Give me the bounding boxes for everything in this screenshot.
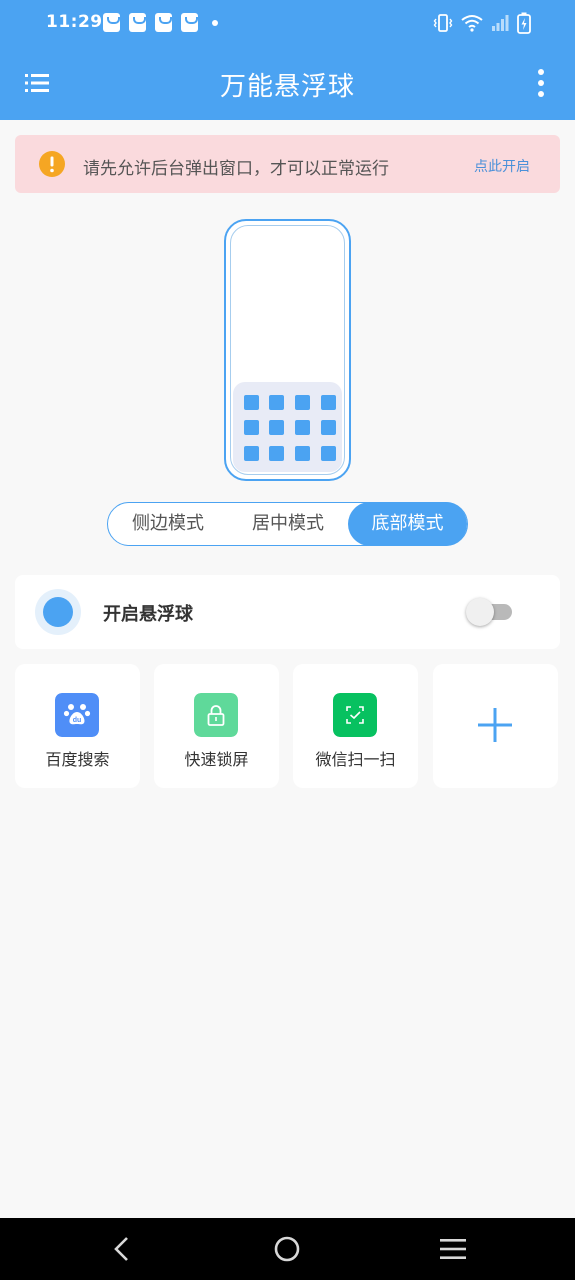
shortcut-wechat-scan[interactable]: 微信扫一扫	[293, 664, 418, 788]
battery-charging-icon	[517, 12, 531, 34]
back-icon[interactable]	[108, 1235, 136, 1263]
scan-icon	[333, 693, 377, 737]
shopping-bag-icon	[129, 13, 146, 32]
navigation-bar	[0, 1218, 575, 1280]
mode-center[interactable]: 居中模式	[228, 503, 348, 544]
plus-icon	[478, 708, 512, 742]
shortcut-label: 微信扫一扫	[315, 750, 396, 769]
enable-link[interactable]: 点此开启	[474, 156, 530, 176]
app-square-icon	[244, 420, 259, 435]
vibrate-icon	[433, 14, 453, 32]
mode-selector: 侧边模式 居中模式 底部模式	[107, 502, 468, 546]
app-square-icon	[269, 395, 284, 410]
shortcut-baidu[interactable]: du 百度搜索	[15, 664, 140, 788]
alert-message: 请先允许后台弹出窗口，才可以正常运行	[83, 159, 389, 179]
shortcut-label: 百度搜索	[45, 750, 110, 769]
warning-icon	[39, 151, 65, 177]
home-icon[interactable]	[273, 1235, 301, 1263]
float-ball-card: 开启悬浮球	[15, 575, 560, 649]
status-bar: 11:29	[0, 0, 575, 48]
signal-icon	[492, 15, 509, 31]
mode-preview-phone	[224, 219, 351, 481]
shopping-bag-icon	[155, 13, 172, 32]
recents-icon[interactable]	[439, 1237, 467, 1261]
phone-dock	[233, 382, 342, 472]
app-square-icon	[321, 420, 336, 435]
phone-screen	[230, 225, 345, 475]
system-icons	[433, 12, 531, 34]
more-vertical-icon[interactable]	[531, 68, 551, 98]
app-square-icon	[321, 446, 336, 461]
app-square-icon	[244, 395, 259, 410]
app-square-icon	[295, 420, 310, 435]
permission-alert: 请先允许后台弹出窗口，才可以正常运行 点此开启	[15, 135, 560, 193]
shortcut-label: 快速锁屏	[184, 750, 249, 769]
shopping-bag-icon	[181, 13, 198, 32]
app-square-icon	[295, 446, 310, 461]
dot-icon	[212, 20, 218, 26]
shopping-bag-icon	[103, 13, 120, 32]
page-title: 万能悬浮球	[219, 72, 355, 102]
baidu-paw-icon: du	[55, 693, 99, 737]
app-square-icon	[269, 446, 284, 461]
mode-side[interactable]: 侧边模式	[108, 503, 228, 544]
mode-bottom[interactable]: 底部模式	[348, 502, 467, 546]
top-bar: 11:29 万能悬浮球	[0, 0, 575, 120]
app-square-icon	[295, 395, 310, 410]
float-ball-label: 开启悬浮球	[103, 604, 193, 625]
status-time: 11:29	[46, 12, 103, 32]
app-square-icon	[269, 420, 284, 435]
float-ball-preview	[35, 589, 81, 635]
add-shortcut-button[interactable]	[433, 664, 558, 788]
wifi-icon	[461, 15, 483, 32]
float-ball-switch[interactable]	[466, 598, 514, 626]
app-bar: 万能悬浮球	[0, 48, 575, 120]
app-square-icon	[244, 446, 259, 461]
lock-icon	[194, 693, 238, 737]
shortcut-lock-screen[interactable]: 快速锁屏	[154, 664, 279, 788]
app-square-icon	[321, 395, 336, 410]
svg-text:du: du	[73, 717, 82, 724]
